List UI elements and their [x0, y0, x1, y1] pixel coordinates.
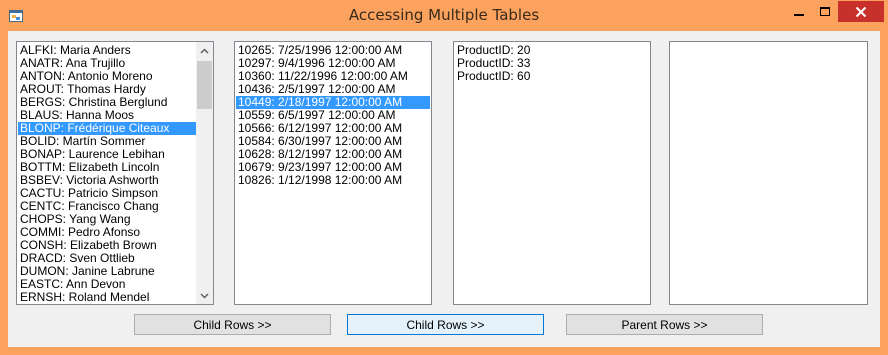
scrollbar-thumb[interactable]: [197, 61, 212, 109]
empty-listbox[interactable]: [669, 41, 868, 305]
scroll-up-button[interactable]: [196, 42, 213, 59]
app-window: Accessing Multiple Tables ALFKI: Maria A…: [0, 0, 888, 355]
minimize-button[interactable]: [785, 1, 813, 22]
orders-listbox[interactable]: 10265: 7/25/1996 12:00:00 AM 10297: 9/4/1…: [234, 41, 432, 305]
orders-list: 10265: 7/25/1996 12:00:00 AM 10297: 9/4/1…: [236, 44, 430, 187]
list-item[interactable]: ProductID: 60: [455, 70, 649, 83]
child-rows-button-1[interactable]: Child Rows >>: [134, 314, 331, 335]
maximize-button[interactable]: [812, 1, 838, 22]
window-title: Accessing Multiple Tables: [348, 6, 540, 24]
list-item[interactable]: ERNSH: Roland Mendel: [18, 291, 197, 304]
customers-list: ALFKI: Maria Anders ANATR: Ana Trujillo AN…: [18, 44, 197, 304]
title-bar[interactable]: Accessing Multiple Tables: [0, 0, 888, 31]
products-listbox[interactable]: ProductID: 20 ProductID: 33 ProductID: 60: [453, 41, 651, 305]
customers-listbox[interactable]: ALFKI: Maria Anders ANATR: Ana Trujillo AN…: [16, 41, 214, 305]
close-button[interactable]: [838, 1, 884, 22]
products-list: ProductID: 20 ProductID: 33 ProductID: 60: [455, 44, 649, 83]
form-client-area: ALFKI: Maria Anders ANATR: Ana Trujillo AN…: [8, 31, 880, 347]
chevron-down-icon: [200, 292, 209, 299]
list-item[interactable]: 10826: 1/12/1998 12:00:00 AM: [236, 174, 430, 187]
close-icon: [855, 6, 867, 17]
parent-rows-button[interactable]: Parent Rows >>: [566, 314, 763, 335]
child-rows-button-2[interactable]: Child Rows >>: [347, 314, 544, 335]
vertical-scrollbar[interactable]: [196, 42, 213, 304]
scroll-down-button[interactable]: [196, 287, 213, 304]
minimize-icon: [794, 13, 804, 16]
maximize-icon: [820, 6, 830, 16]
chevron-up-icon: [200, 47, 209, 54]
